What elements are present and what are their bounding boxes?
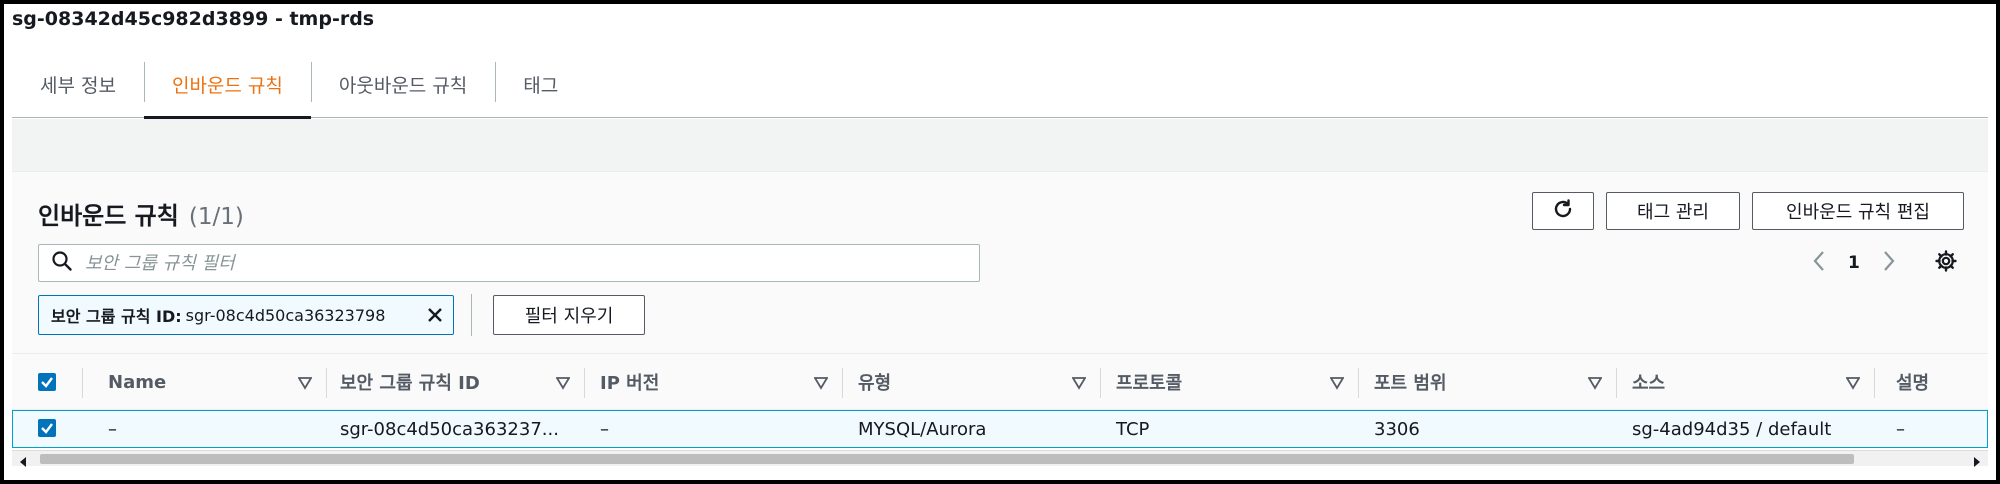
column-header-port-range[interactable]: 포트 범위: [1374, 354, 1616, 410]
column-header-rule-id[interactable]: 보안 그룹 규칙 ID: [340, 354, 584, 410]
column-separator: [326, 368, 327, 398]
column-label: 유형: [858, 373, 892, 394]
inbound-rules-panel: 인바운드 규칙 (1/1) 태그 관리 인바운드 규칙 편집 1: [12, 171, 1988, 476]
settings-gear-icon[interactable]: [1934, 249, 1958, 278]
column-label: 포트 범위: [1374, 373, 1447, 394]
remove-filter-close-icon[interactable]: [425, 305, 445, 329]
row-checkbox[interactable]: [38, 419, 56, 437]
column-label: 소스: [1632, 373, 1666, 394]
column-separator: [82, 368, 83, 398]
edit-inbound-rules-button[interactable]: 인바운드 규칙 편집: [1752, 192, 1964, 230]
tab-outbound-rules[interactable]: 아웃바운드 규칙: [310, 52, 495, 117]
panel-title-text: 인바운드 규칙: [38, 202, 179, 230]
previous-page-chevron-icon[interactable]: [1812, 250, 1826, 277]
rule-count: (1/1): [188, 204, 244, 230]
scroll-right-arrow-icon[interactable]: [1972, 453, 1982, 472]
column-header-type[interactable]: 유형: [858, 354, 1100, 410]
filter-token-value: sgr-08c4d50ca36323798: [185, 305, 386, 325]
scroll-left-arrow-icon[interactable]: [18, 453, 28, 472]
column-label: 설명: [1896, 373, 1930, 394]
cell-name: –: [108, 418, 117, 440]
cell-ip-version: –: [600, 418, 609, 440]
cell-description: –: [1896, 418, 1905, 440]
table-row[interactable]: – sgr-08c4d50ca363237... – MYSQL/Aurora …: [12, 410, 1988, 448]
column-separator: [584, 368, 585, 398]
filter-token-key: 보안 그룹 규칙 ID:: [51, 307, 182, 326]
refresh-icon: [1551, 197, 1575, 226]
filter-divider: [471, 294, 472, 336]
column-label: 보안 그룹 규칙 ID: [340, 373, 480, 394]
rule-filter-input[interactable]: [85, 247, 979, 279]
sort-caret-icon: [813, 374, 829, 395]
column-label: Name: [108, 371, 167, 393]
column-separator: [1616, 368, 1617, 398]
manage-tags-button[interactable]: 태그 관리: [1606, 192, 1740, 230]
column-label: IP 버전: [600, 373, 660, 394]
sort-caret-icon: [1845, 374, 1861, 395]
security-group-title: sg-08342d45c982d3899 - tmp-rds: [12, 8, 375, 30]
next-page-chevron-icon[interactable]: [1882, 250, 1896, 277]
scrollbar-thumb[interactable]: [40, 454, 1854, 464]
column-header-name[interactable]: Name: [108, 354, 326, 410]
current-page-number[interactable]: 1: [1848, 253, 1860, 273]
tab-inbound-rules[interactable]: 인바운드 규칙: [143, 52, 311, 119]
sort-caret-icon: [1071, 374, 1087, 395]
cell-protocol: TCP: [1116, 418, 1150, 440]
sort-caret-icon: [1587, 374, 1603, 395]
refresh-button[interactable]: [1532, 192, 1594, 230]
sort-caret-icon: [1329, 374, 1345, 395]
column-separator: [1358, 368, 1359, 398]
cell-port-range: 3306: [1374, 418, 1420, 440]
tab-details[interactable]: 세부 정보: [12, 52, 144, 117]
column-header-source[interactable]: 소스: [1632, 354, 1874, 410]
cell-source[interactable]: sg-4ad94d35 / default: [1632, 411, 1831, 447]
select-all-checkbox[interactable]: [38, 373, 56, 391]
sort-caret-icon: [555, 374, 571, 395]
filter-search-box: [38, 244, 980, 282]
tab-tags[interactable]: 태그: [495, 52, 586, 117]
column-separator: [1874, 368, 1875, 398]
content-background: [12, 119, 1988, 171]
column-separator: [1100, 368, 1101, 398]
column-separator: [842, 368, 843, 398]
panel-title: 인바운드 규칙 (1/1): [38, 196, 244, 231]
panel-header: 인바운드 규칙 (1/1) 태그 관리 인바운드 규칙 편집 1: [12, 172, 1988, 354]
column-header-ip-version[interactable]: IP 버전: [600, 354, 842, 410]
active-filter-token: 보안 그룹 규칙 ID: sgr-08c4d50ca36323798: [38, 295, 454, 335]
cell-type: MYSQL/Aurora: [858, 418, 987, 440]
horizontal-scrollbar[interactable]: [12, 450, 1988, 467]
column-header-description[interactable]: 설명: [1896, 354, 1988, 410]
pagination: 1: [1812, 248, 1958, 278]
tab-bar: 세부 정보 인바운드 규칙 아웃바운드 규칙 태그: [12, 52, 1988, 119]
column-header-protocol[interactable]: 프로토콜: [1116, 354, 1358, 410]
search-icon: [39, 250, 85, 276]
sort-caret-icon: [297, 374, 313, 395]
clear-filters-button[interactable]: 필터 지우기: [493, 295, 645, 335]
table-header: Name 보안 그룹 규칙 ID IP 버전 유형 프로토콜 포트 범위 소스 …: [12, 354, 1988, 410]
cell-rule-id[interactable]: sgr-08c4d50ca363237...: [340, 411, 559, 447]
column-label: 프로토콜: [1116, 373, 1183, 394]
